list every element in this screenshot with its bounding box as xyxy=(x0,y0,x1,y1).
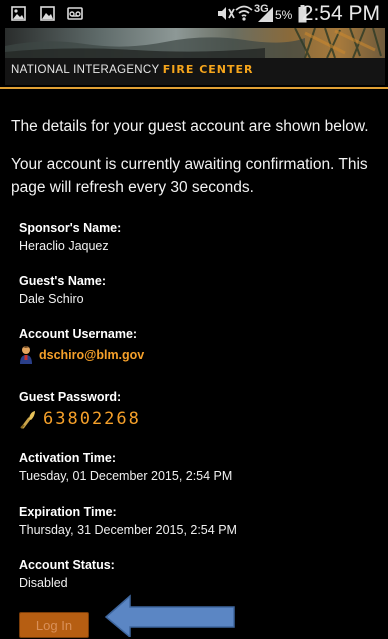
status-bar: 3G 5% 2:54 PM xyxy=(0,0,388,28)
battery-percent: 5% xyxy=(275,8,293,22)
mute-icon xyxy=(218,7,235,20)
voicemail-icon xyxy=(67,7,83,20)
username-value: dschiro@blm.gov xyxy=(39,348,145,362)
clock: 2:54 PM xyxy=(301,2,380,25)
sponsor-field: Sponsor's Name: Heraclio Jaquez xyxy=(19,221,121,255)
gallery-icon xyxy=(40,6,55,21)
status-value: Disabled xyxy=(19,576,68,590)
activation-label: Activation Time: xyxy=(19,451,117,465)
password-label: Guest Password: xyxy=(19,390,122,404)
intro-line-1: The details for your guest account are s… xyxy=(11,118,369,135)
password-value: 63802268 xyxy=(43,409,141,429)
signal-icon xyxy=(258,7,273,22)
status-label: Account Status: xyxy=(19,558,115,572)
guest-field: Guest's Name: Dale Schiro xyxy=(19,274,106,308)
org-name: NATIONAL INTERAGENCY FIRE CENTER xyxy=(11,63,253,76)
login-button[interactable]: Log In xyxy=(19,612,89,638)
header-banner: NATIONAL INTERAGENCY FIRE CENTER xyxy=(5,28,385,85)
status-field: Account Status: Disabled xyxy=(19,558,115,592)
banner-photo xyxy=(5,28,382,58)
activation-value: Tuesday, 01 December 2015, 2:54 PM xyxy=(19,469,233,483)
guest-value: Dale Schiro xyxy=(19,292,84,306)
sponsor-label: Sponsor's Name: xyxy=(19,221,122,235)
intro-line-2: Your account is currently awaiting confi… xyxy=(11,156,368,196)
expiration-field: Expiration Time: Thursday, 31 December 2… xyxy=(19,505,237,539)
wifi-icon xyxy=(235,5,253,21)
org-accent: FIRE CENTER xyxy=(162,63,254,76)
key-icon xyxy=(20,411,35,429)
header-divider xyxy=(0,87,388,89)
arrow-left-icon xyxy=(104,594,235,637)
guest-label: Guest's Name: xyxy=(19,274,107,288)
activation-field: Activation Time: Tuesday, 01 December 20… xyxy=(19,451,232,485)
user-icon xyxy=(20,346,32,364)
org-prefix: NATIONAL INTERAGENCY xyxy=(11,64,163,76)
image-icon xyxy=(11,6,26,21)
username-field: Account Username: dschiro@blm.gov xyxy=(19,327,144,365)
expiration-value: Thursday, 31 December 2015, 2:54 PM xyxy=(19,523,237,537)
expiration-label: Expiration Time: xyxy=(19,505,117,519)
password-field: Guest Password: 63802268 xyxy=(19,390,141,429)
sponsor-value: Heraclio Jaquez xyxy=(19,239,109,253)
username-label: Account Username: xyxy=(19,327,138,341)
